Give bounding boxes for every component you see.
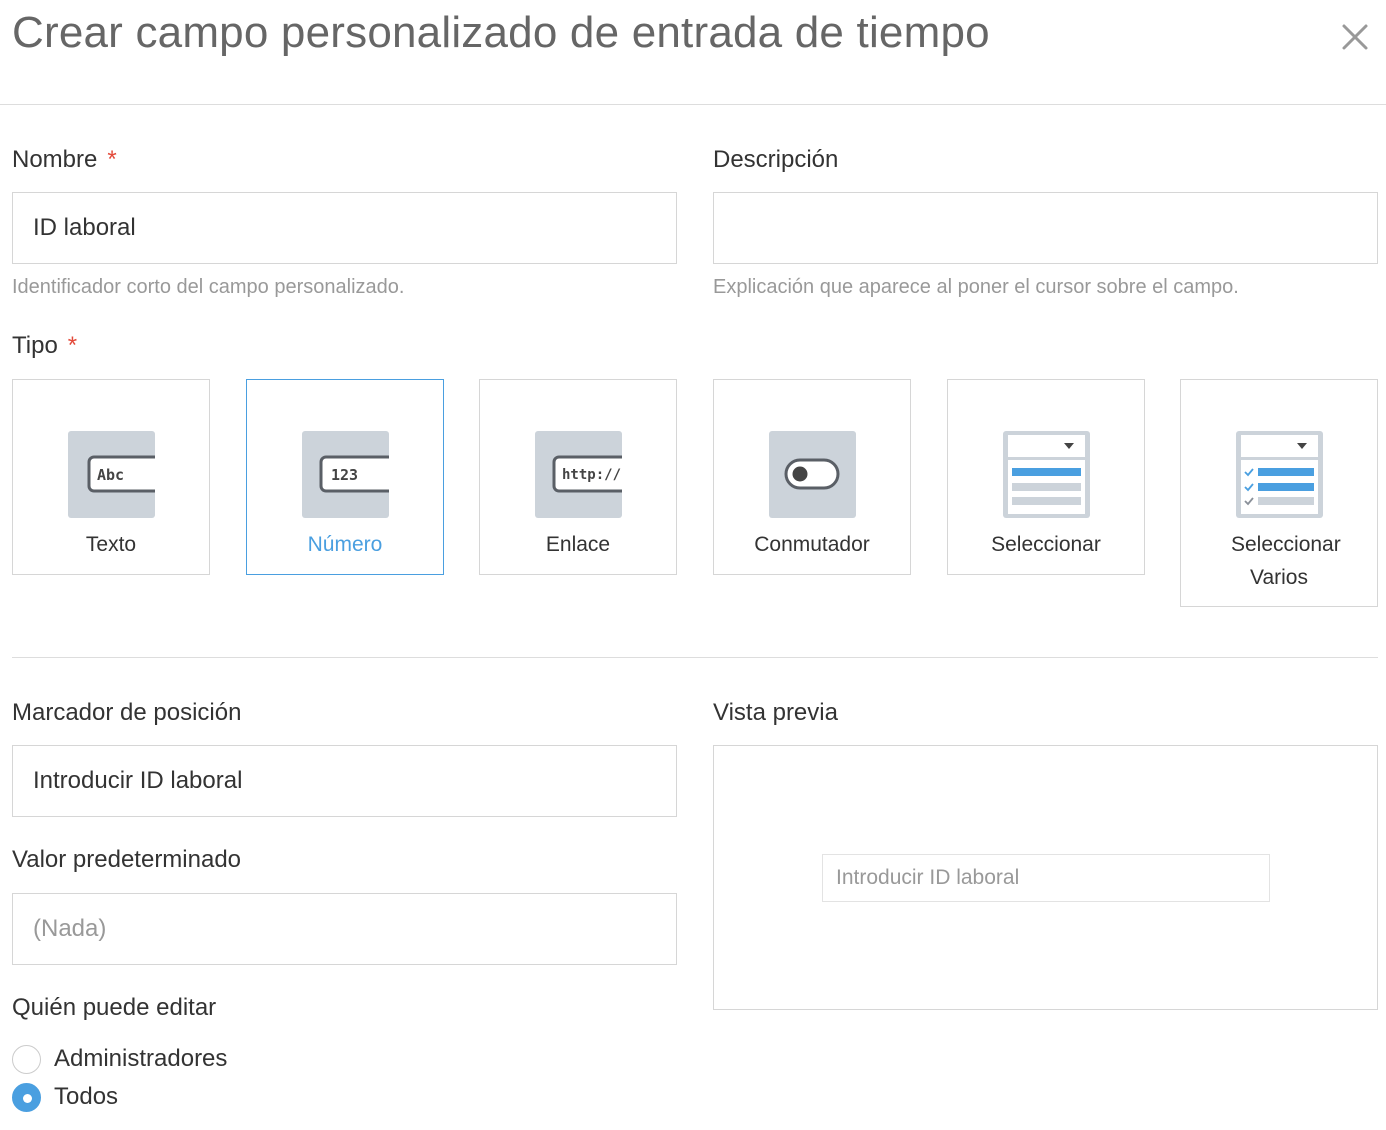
preview-label: Vista previa xyxy=(713,699,838,726)
toggle-icon xyxy=(769,431,856,518)
preview-input[interactable]: Introducir ID laboral xyxy=(822,854,1270,902)
number-field-icon-label: 123 xyxy=(331,466,358,484)
type-option-label: Seleccionar Varios xyxy=(1231,533,1341,589)
page-title: Crear campo personalizado de entrada de … xyxy=(12,8,990,57)
type-option-label: Texto xyxy=(85,533,137,556)
preview-panel: Introducir ID laboral xyxy=(713,745,1378,1010)
header-divider xyxy=(0,104,1386,105)
radio-administradores[interactable]: Administradores xyxy=(12,1044,227,1074)
description-help-text: Explicación que aparece al poner el curs… xyxy=(713,276,1239,298)
section-divider xyxy=(12,657,1378,658)
radio-todos[interactable]: Todos xyxy=(12,1082,118,1112)
required-mark: * xyxy=(67,332,78,359)
radio-button-checked[interactable] xyxy=(12,1082,41,1112)
type-option-label: Número xyxy=(307,533,383,556)
radio-label: Administradores xyxy=(54,1045,228,1072)
text-field-icon: Abc xyxy=(68,431,155,518)
type-label: Tipo * xyxy=(12,332,77,360)
link-field-icon-label: http:// xyxy=(562,467,621,483)
name-label-text: Nombre xyxy=(12,146,98,173)
type-option-enlace[interactable]: http:// Enlace xyxy=(479,379,677,575)
placeholder-label: Marcador de posición xyxy=(12,699,242,726)
type-option-label: Seleccionar xyxy=(991,533,1101,556)
type-option-numero[interactable]: 123 Número xyxy=(246,379,444,575)
who-can-edit-label: Quién puede editar xyxy=(12,994,217,1021)
radio-button[interactable] xyxy=(12,1044,41,1074)
description-input[interactable] xyxy=(713,192,1378,264)
name-help-text: Identificador corto del campo personaliz… xyxy=(12,276,405,298)
text-field-icon-label: Abc xyxy=(97,466,124,484)
type-option-texto[interactable]: Abc Texto xyxy=(12,379,210,575)
select-dropdown-icon xyxy=(1003,431,1090,518)
type-option-conmutador[interactable]: Conmutador xyxy=(713,379,911,575)
required-mark: * xyxy=(107,146,117,173)
type-label-text: Tipo xyxy=(12,332,58,359)
type-option-seleccionar-varios[interactable]: Seleccionar Varios xyxy=(1180,379,1378,607)
multi-select-icon xyxy=(1236,431,1323,518)
type-option-label: Enlace xyxy=(545,533,611,556)
radio-label: Todos xyxy=(54,1083,119,1110)
placeholder-input[interactable]: Introducir ID laboral xyxy=(12,745,677,817)
description-label: Descripción xyxy=(713,146,839,173)
number-field-icon: 123 xyxy=(302,431,389,518)
default-value-label: Valor predeterminado xyxy=(12,846,242,873)
type-option-label: Conmutador xyxy=(754,533,870,556)
link-field-icon: http:// xyxy=(535,431,622,518)
name-label: Nombre * xyxy=(12,146,117,174)
default-value-input[interactable]: (Nada) xyxy=(12,893,677,965)
close-icon[interactable] xyxy=(1336,18,1374,56)
type-option-seleccionar[interactable]: Seleccionar xyxy=(947,379,1145,575)
name-input[interactable]: ID laboral xyxy=(12,192,677,264)
